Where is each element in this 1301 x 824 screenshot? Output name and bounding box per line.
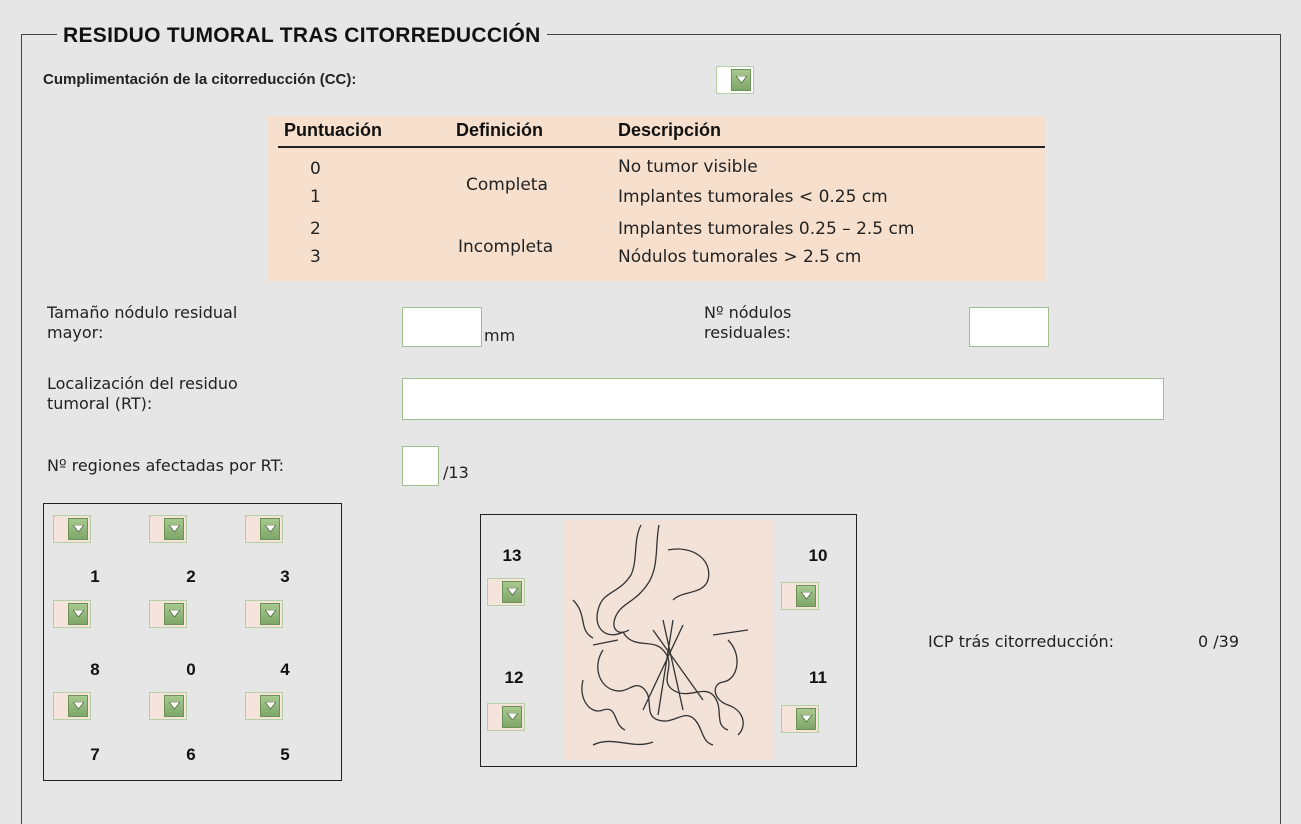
description-0: No tumor visible — [618, 157, 758, 177]
count-input[interactable] — [969, 307, 1049, 347]
cc-score-table: Puntuación Definición Descripción 0 1 2 … — [268, 116, 1045, 281]
location-label-line2: tumoral (RT): — [47, 394, 153, 413]
region-select-10[interactable] — [781, 582, 819, 610]
region-select-4[interactable] — [245, 600, 283, 628]
region-number-7: 7 — [90, 745, 100, 764]
region-select-0[interactable] — [149, 600, 187, 628]
region-number-5: 5 — [280, 745, 290, 764]
header-definition: Definición — [456, 120, 544, 140]
header-description: Descripción — [618, 120, 722, 140]
chevron-down-icon — [68, 518, 88, 540]
region-grid-box — [43, 503, 342, 781]
table-divider — [278, 146, 1045, 148]
chevron-down-icon — [260, 695, 280, 717]
location-label-line1: Localización del residuo — [47, 374, 238, 393]
score-2: 2 — [310, 219, 321, 239]
location-label: Localización del residuo tumoral (RT): — [47, 374, 238, 414]
intestine-icon — [572, 524, 749, 746]
chevron-down-icon — [164, 695, 184, 717]
score-0: 0 — [310, 159, 321, 179]
count-label-line1: Nº nódulos — [704, 303, 792, 322]
size-label-line2: mayor: — [47, 323, 104, 342]
region-select-3[interactable] — [245, 515, 283, 543]
region-number-0: 0 — [186, 660, 196, 679]
chevron-down-icon — [68, 695, 88, 717]
description-2: Implantes tumorales 0.25 – 2.5 cm — [618, 219, 915, 239]
region-select-7[interactable] — [53, 692, 91, 720]
chevron-down-icon — [260, 518, 280, 540]
region-number-2: 2 — [186, 567, 196, 586]
chevron-down-icon — [796, 708, 816, 730]
chevron-down-icon — [260, 603, 280, 625]
region-number-8: 8 — [90, 660, 100, 679]
small-bowel-illustration — [563, 520, 774, 760]
description-1: Implantes tumorales < 0.25 cm — [618, 187, 888, 207]
chevron-down-icon — [68, 603, 88, 625]
region-select-2[interactable] — [149, 515, 187, 543]
location-input[interactable] — [402, 378, 1164, 420]
icp-value: 0 /39 — [1198, 632, 1240, 651]
diagram-label-11: 11 — [809, 668, 827, 687]
region-number-6: 6 — [186, 745, 196, 764]
chevron-down-icon — [164, 603, 184, 625]
region-select-5[interactable] — [245, 692, 283, 720]
diagram-label-10: 10 — [808, 546, 828, 565]
region-number-4: 4 — [280, 660, 290, 679]
regions-total: /13 — [443, 463, 469, 482]
region-number-1: 1 — [90, 567, 100, 586]
score-1: 1 — [310, 187, 321, 207]
size-unit: mm — [484, 326, 516, 345]
regions-label: Nº regiones afectadas por RT: — [47, 456, 284, 475]
size-label: Tamaño nódulo residual mayor: — [47, 303, 237, 343]
chevron-down-icon — [502, 581, 522, 603]
region-select-6[interactable] — [149, 692, 187, 720]
size-label-line1: Tamaño nódulo residual — [47, 303, 238, 322]
regions-input[interactable] — [402, 446, 439, 486]
count-label-line2: residuales: — [704, 323, 791, 342]
region-number-3: 3 — [280, 567, 290, 586]
section-title: RESIDUO TUMORAL TRAS CITORREDUCCIÓN — [57, 24, 547, 48]
diagram-label-13: 13 — [502, 546, 522, 565]
definition-complete: Completa — [466, 175, 548, 195]
chevron-down-icon — [164, 518, 184, 540]
icp-label: ICP trás citorreducción: — [928, 632, 1115, 651]
diagram-label-12: 12 — [504, 668, 524, 687]
score-3: 3 — [310, 247, 321, 267]
description-3: Nódulos tumorales > 2.5 cm — [618, 247, 862, 267]
region-select-8[interactable] — [53, 600, 91, 628]
count-label: Nº nódulos residuales: — [704, 303, 791, 343]
cc-select[interactable] — [716, 66, 754, 94]
chevron-down-icon — [731, 69, 751, 91]
region-select-13[interactable] — [487, 578, 525, 606]
region-select-12[interactable] — [487, 703, 525, 731]
chevron-down-icon — [796, 585, 816, 607]
region-select-1[interactable] — [53, 515, 91, 543]
definition-incomplete: Incompleta — [458, 237, 554, 257]
header-score: Puntuación — [284, 120, 382, 140]
size-input[interactable] — [402, 307, 482, 347]
region-select-11[interactable] — [781, 705, 819, 733]
chevron-down-icon — [502, 706, 522, 728]
cc-label: Cumplimentación de la citorreducción (CC… — [43, 71, 357, 88]
